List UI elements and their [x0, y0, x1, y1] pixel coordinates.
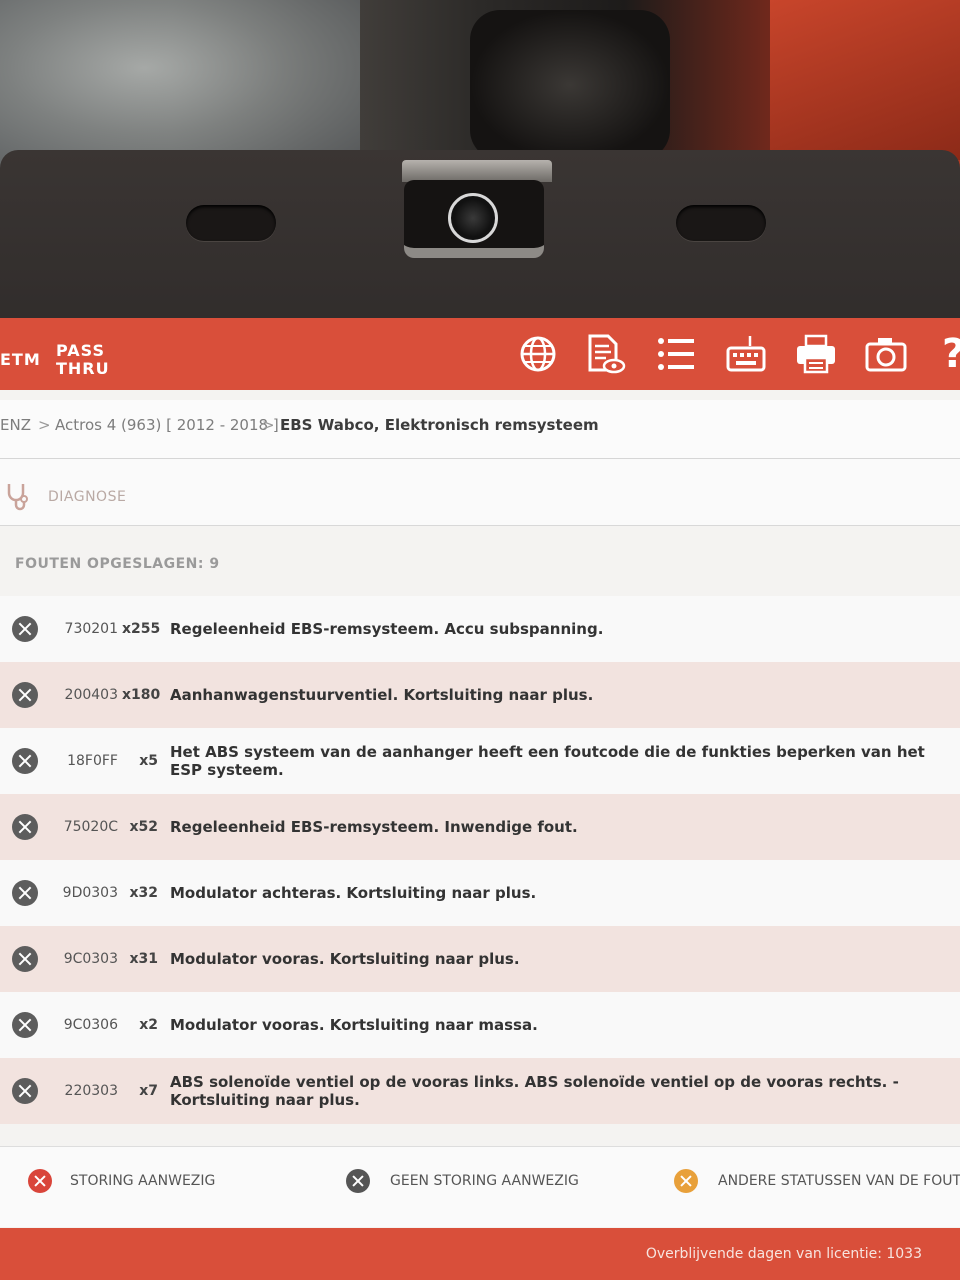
fault-occurrences: x7: [139, 1083, 158, 1099]
breadcrumb-separator: >: [38, 416, 51, 434]
fault-count: FOUTEN OPGESLAGEN: 9: [15, 556, 220, 572]
breadcrumb-separator: >: [262, 416, 275, 434]
fault-status-icon: [12, 814, 38, 840]
camera-icon[interactable]: [864, 332, 908, 376]
fault-description: Regeleenheid EBS-remsysteem. Inwendige f…: [170, 818, 578, 836]
tab-etm[interactable]: ETM: [0, 351, 41, 369]
other-status-icon: [674, 1169, 698, 1193]
status-legend: STORING AANWEZIG GEEN STORING AANWEZIG A…: [0, 1146, 960, 1227]
tab-pass-thru-line1: PASS: [56, 341, 105, 360]
fault-status-icon: [12, 880, 38, 906]
inactive-fault-icon: [346, 1169, 370, 1193]
breadcrumb: ENZ > Actros 4 (963) [ 2012 - 2018 ] > E…: [0, 400, 960, 459]
fault-description: Aanhanwagenstuurventiel. Kortsluiting na…: [170, 686, 594, 704]
tab-pass-thru[interactable]: PASS THRU: [56, 342, 110, 378]
background-machine: [470, 10, 670, 160]
tab-pass-thru-line2: THRU: [56, 359, 110, 378]
legend-inactive: GEEN STORING AANWEZIG: [390, 1173, 579, 1189]
fault-description: Regeleenheid EBS-remsysteem. Accu subspa…: [170, 620, 604, 638]
fault-code: 220303: [64, 1083, 118, 1099]
fault-code: 9C0303: [63, 951, 118, 967]
legend-active: STORING AANWEZIG: [70, 1173, 216, 1189]
fault-description: ABS solenoïde ventiel op de vooras links…: [170, 1073, 899, 1109]
license-days: Overblijvende dagen van licentie: 1033: [645, 1246, 922, 1262]
fault-occurrences: x32: [129, 885, 158, 901]
fault-status-icon: [12, 946, 38, 972]
fault-occurrences: x5: [139, 753, 158, 769]
stethoscope-icon: [7, 484, 28, 511]
background-red-machine: [770, 0, 960, 160]
fault-row[interactable]: 9C0303 x31 Modulator vooras. Kortsluiting …: [0, 926, 960, 992]
camera-housing-top: [402, 160, 552, 182]
fault-status-icon: [12, 682, 38, 708]
diagnose-label: DIAGNOSE: [48, 489, 127, 505]
camera-lens-icon: [448, 193, 498, 243]
bezel-left-button: [186, 205, 276, 241]
keyboard-icon[interactable]: [724, 332, 768, 376]
diagnose-section[interactable]: DIAGNOSE: [0, 459, 960, 526]
fault-row[interactable]: 730201 x255 Regeleenheid EBS-remsysteem. A…: [0, 596, 960, 662]
fault-occurrences: x180: [122, 687, 161, 703]
help-icon[interactable]: ?: [942, 332, 960, 376]
fault-list: 730201 x255 Regeleenheid EBS-remsysteem. A…: [0, 596, 960, 1124]
fault-code: 9C0306: [63, 1017, 118, 1033]
fault-code: 75020C: [63, 819, 118, 835]
fault-description: Modulator vooras. Kortsluiting naar plus…: [170, 950, 520, 968]
breadcrumb-system: EBS Wabco, Elektronisch remsysteem: [280, 416, 599, 434]
fault-status-icon: [12, 748, 38, 774]
fault-row[interactable]: 9D0303 x32 Modulator achteras. Kortsluitin…: [0, 860, 960, 926]
printer-icon[interactable]: [794, 332, 838, 376]
fault-description: Het ABS systeem van de aanhanger heeft e…: [170, 743, 925, 779]
fault-occurrences: x255: [122, 621, 161, 637]
fault-occurrences: x31: [129, 951, 158, 967]
breadcrumb-model[interactable]: Actros 4 (963) [ 2012 - 2018 ]: [55, 416, 279, 434]
fault-code: 9D0303: [62, 885, 118, 901]
background-cloth: [0, 0, 360, 170]
fault-code: 730201: [64, 621, 118, 637]
fault-occurrences: x52: [129, 819, 158, 835]
fault-description: Modulator vooras. Kortsluiting naar mass…: [170, 1016, 538, 1034]
list-icon[interactable]: [654, 332, 698, 376]
globe-icon[interactable]: [516, 332, 560, 376]
legend-other: ANDERE STATUSSEN VAN DE FOUT: [718, 1173, 960, 1189]
fault-occurrences: x2: [139, 1017, 158, 1033]
fault-row[interactable]: 220303 x7 ABS solenoïde ventiel op de voor…: [0, 1058, 960, 1124]
fault-status-icon: [12, 1078, 38, 1104]
breadcrumb-brand[interactable]: ENZ: [0, 416, 31, 434]
footer-bar: Overblijvende dagen van licentie: 1033: [0, 1228, 960, 1280]
fault-row[interactable]: 9C0306 x2 Modulator vooras. Kortsluiting n…: [0, 992, 960, 1058]
top-toolbar: ETM PASS THRU: [0, 318, 960, 390]
fault-row[interactable]: 18F0FF x5 Het ABS systeem van de aanhanger…: [0, 728, 960, 794]
fault-status-icon: [12, 616, 38, 642]
fault-row[interactable]: 200403 x180 Aanhanwagenstuurventiel. Korts…: [0, 662, 960, 728]
document-view-icon[interactable]: [582, 332, 626, 376]
active-fault-icon: [28, 1169, 52, 1193]
fault-status-icon: [12, 1012, 38, 1038]
fault-row[interactable]: 75020C x52 Regeleenheid EBS-remsysteem. In…: [0, 794, 960, 860]
background-scene: [0, 0, 960, 170]
fault-description: Modulator achteras. Kortsluiting naar pl…: [170, 884, 537, 902]
bezel-right-button: [676, 205, 766, 241]
fault-code: 18F0FF: [67, 753, 118, 769]
app-screen: ETM PASS THRU ENZ > Actros 4 (963) [201…: [0, 318, 960, 1280]
fault-code: 200403: [64, 687, 118, 703]
